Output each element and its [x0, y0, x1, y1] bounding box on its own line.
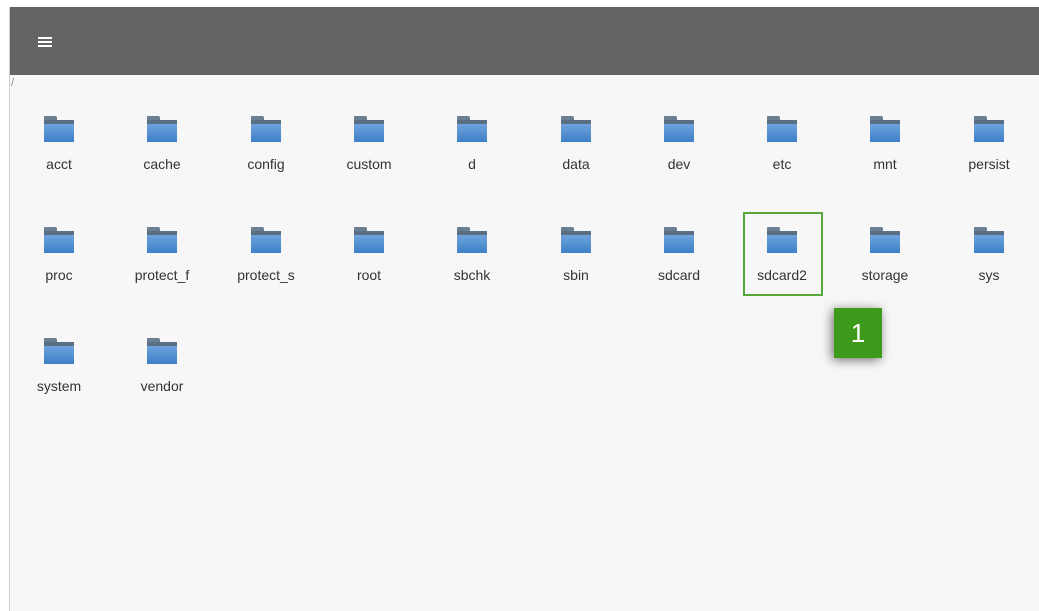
folder-icon: [664, 116, 694, 142]
folder-label: sbin: [563, 267, 589, 283]
folder-item-etc[interactable]: etc: [742, 111, 822, 191]
folder-item-sys[interactable]: sys: [949, 222, 1029, 302]
folder-item-persist[interactable]: persist: [949, 111, 1029, 191]
folder-icon: [44, 227, 74, 253]
folder-icon: [767, 116, 797, 142]
folder-icon: [767, 227, 797, 253]
folder-item-d[interactable]: d: [432, 111, 512, 191]
folder-item-protect-s[interactable]: protect_s: [226, 222, 306, 302]
folder-icon: [44, 338, 74, 364]
folder-label: data: [562, 156, 590, 172]
folder-item-sdcard2[interactable]: sdcard2: [742, 222, 822, 302]
folder-label: system: [36, 378, 82, 394]
current-path: /: [11, 77, 15, 89]
folder-label: persist: [968, 156, 1010, 172]
folder-item-dev[interactable]: dev: [639, 111, 719, 191]
folder-item-proc[interactable]: proc: [19, 222, 99, 302]
folder-item-data[interactable]: data: [536, 111, 616, 191]
folder-label: acct: [46, 156, 72, 172]
folder-item-vendor[interactable]: vendor: [122, 333, 202, 413]
folder-label: sdcard: [657, 267, 701, 283]
folder-icon: [354, 227, 384, 253]
folder-item-sbin[interactable]: sbin: [536, 222, 616, 302]
folder-label: protect_s: [237, 267, 295, 283]
folder-label: dev: [667, 156, 691, 172]
folder-label: storage: [861, 267, 909, 283]
annotation-marker: 1: [834, 308, 882, 358]
folder-label: etc: [772, 156, 792, 172]
folder-item-root[interactable]: root: [329, 222, 409, 302]
folder-label: sbchk: [453, 267, 491, 283]
folder-icon: [974, 227, 1004, 253]
folder-icon: [664, 227, 694, 253]
folder-item-config[interactable]: config: [226, 111, 306, 191]
hamburger-menu-icon[interactable]: [38, 37, 52, 47]
folder-item-acct[interactable]: acct: [19, 111, 99, 191]
folder-icon: [251, 227, 281, 253]
file-browser-screen: / acct cache config custom d data dev etc mnt per…: [9, 7, 1039, 611]
folder-item-storage[interactable]: storage: [845, 222, 925, 302]
folder-item-system[interactable]: system: [19, 333, 99, 413]
folder-icon: [44, 116, 74, 142]
folder-label: root: [356, 267, 382, 283]
folder-label: config: [247, 156, 285, 172]
folder-item-sbchk[interactable]: sbchk: [432, 222, 512, 302]
folder-label: sdcard2: [757, 267, 807, 283]
folder-item-sdcard[interactable]: sdcard: [639, 222, 719, 302]
folder-label: mnt: [873, 156, 897, 172]
folder-icon: [457, 116, 487, 142]
folder-label: protect_f: [134, 267, 190, 283]
folder-icon: [457, 227, 487, 253]
folder-icon: [147, 116, 177, 142]
folder-icon: [974, 116, 1004, 142]
folder-icon: [147, 227, 177, 253]
folder-item-custom[interactable]: custom: [329, 111, 409, 191]
folder-icon: [870, 116, 900, 142]
folder-label: proc: [45, 267, 73, 283]
folder-label: custom: [346, 156, 392, 172]
folder-label: cache: [143, 156, 181, 172]
folder-icon: [251, 116, 281, 142]
folder-item-protect-f[interactable]: protect_f: [122, 222, 202, 302]
folder-label: vendor: [140, 378, 184, 394]
folder-label: sys: [978, 267, 1000, 283]
folder-item-mnt[interactable]: mnt: [845, 111, 925, 191]
folder-icon: [561, 227, 591, 253]
app-bar: [10, 7, 1039, 75]
folder-icon: [561, 116, 591, 142]
folder-label: d: [468, 156, 476, 172]
folder-icon: [870, 227, 900, 253]
folder-icon: [147, 338, 177, 364]
folder-item-cache[interactable]: cache: [122, 111, 202, 191]
folder-icon: [354, 116, 384, 142]
